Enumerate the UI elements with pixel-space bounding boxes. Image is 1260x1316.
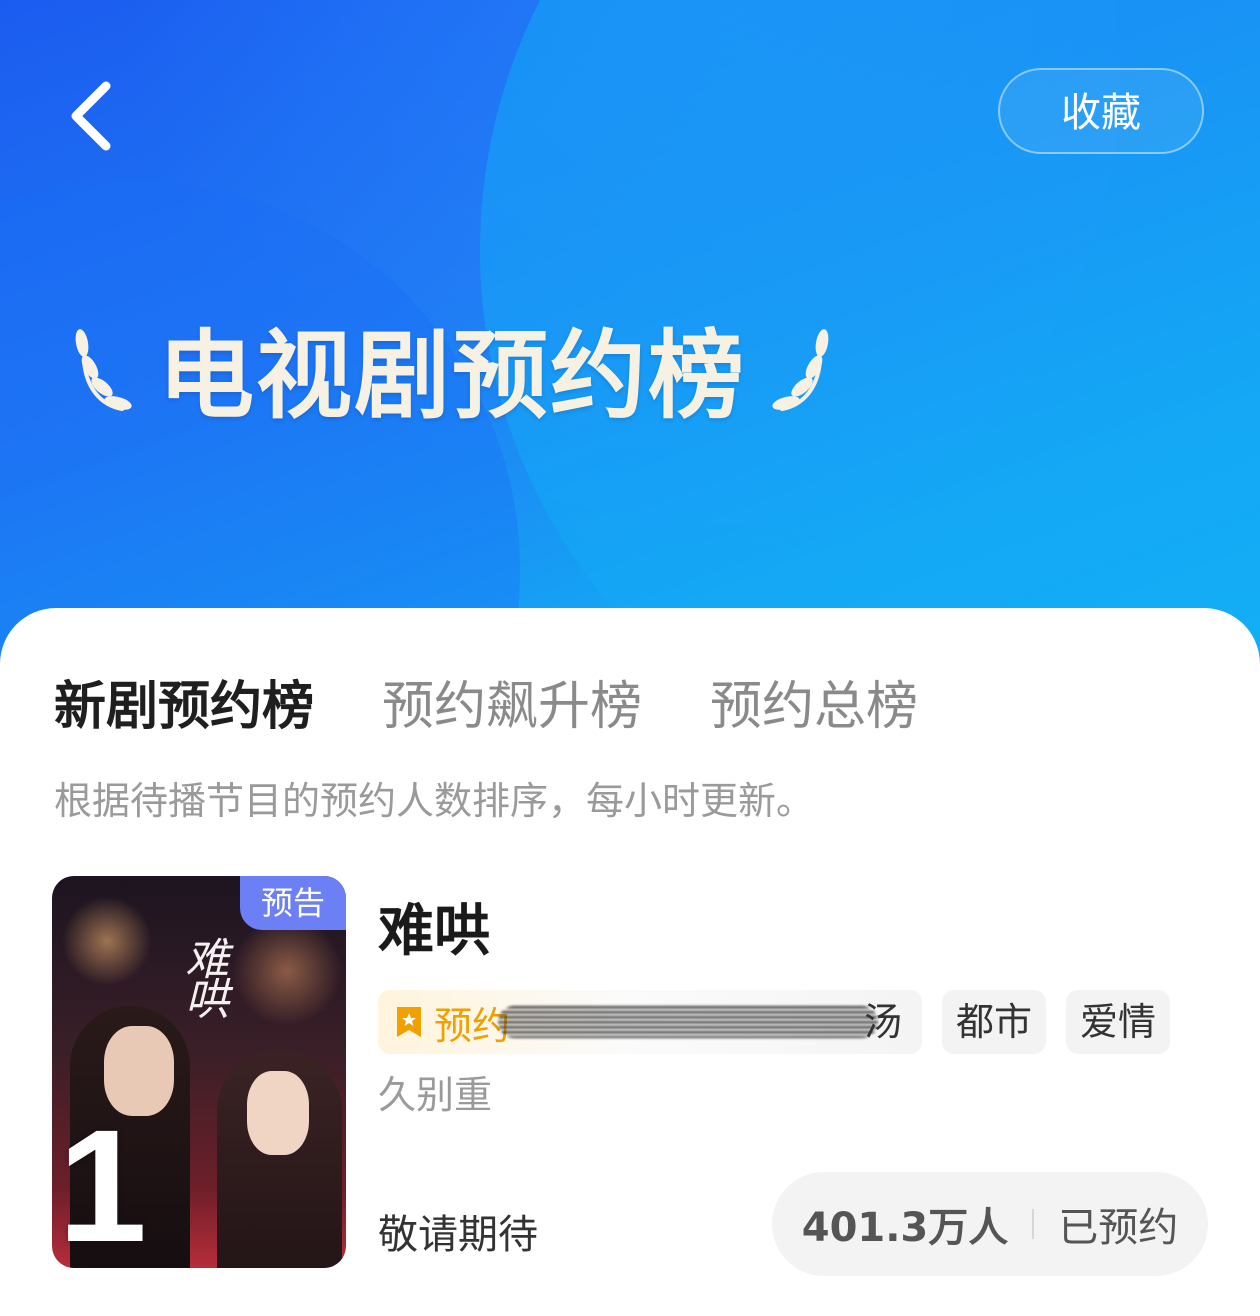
list-item[interactable]: 难哄 1 预告 难哄 预约 汤 都市 爱情 久别重 敬请期待 401.3万人 已… [52, 876, 1212, 1276]
poster-decoration [232, 916, 342, 1026]
obscured-region [498, 1006, 878, 1038]
poster-decoration [62, 896, 152, 986]
divider [1032, 1209, 1035, 1239]
genre-chip: 都市 [942, 990, 1047, 1054]
hero-header: 收藏 电视剧预约榜 [0, 0, 1260, 680]
chevron-left-icon [71, 81, 111, 151]
laurel-left-icon [75, 329, 132, 411]
tag-row: 预约 汤 都市 爱情 [378, 990, 1190, 1054]
poster-decoration [247, 1071, 309, 1155]
tab-new-drama[interactable]: 新剧预约榜 [54, 664, 314, 739]
show-title: 难哄 [378, 899, 490, 964]
reserve-count: 401.3万人 [801, 1205, 1009, 1251]
rank-tag-tail: 汤 [863, 1000, 902, 1044]
back-button[interactable] [58, 72, 130, 160]
reserve-button[interactable]: 401.3万人 已预约 [772, 1172, 1208, 1276]
reserve-label: 已预约 [1058, 1205, 1179, 1251]
show-summary: 久别重 [378, 1073, 493, 1117]
tab-bar: 新剧预约榜 预约飙升榜 预约总榜 [54, 664, 986, 739]
bookmark-star-icon [397, 1007, 421, 1037]
rank-tag[interactable]: 预约 汤 [378, 990, 922, 1054]
ranking-description: 根据待播节目的预约人数排序，每小时更新。 [54, 779, 815, 823]
genre-chip: 爱情 [1066, 990, 1171, 1054]
rank-number: 1 [58, 1096, 147, 1268]
poster-title-script: 难哄 [177, 936, 228, 1016]
laurel-right-icon [772, 329, 829, 411]
content-card: 新剧预约榜 预约飙升榜 预约总榜 根据待播节目的预约人数排序，每小时更新。 难哄… [0, 608, 1260, 1316]
hero-title-group: 电视剧预约榜 [70, 312, 834, 432]
tab-total[interactable]: 预约总榜 [710, 664, 918, 739]
poster-tag: 预告 [240, 876, 346, 930]
poster-image[interactable]: 难哄 1 预告 [52, 876, 346, 1268]
release-status: 敬请期待 [378, 1212, 538, 1258]
page: 收藏 电视剧预约榜 新剧预约榜 预约飙升榜 预约总榜 根据待播节目的预约人数排序… [0, 0, 1260, 1316]
favorite-button[interactable]: 收藏 [998, 68, 1204, 154]
tab-rising[interactable]: 预约飙升榜 [382, 664, 642, 739]
page-title: 电视剧预约榜 [158, 319, 746, 432]
